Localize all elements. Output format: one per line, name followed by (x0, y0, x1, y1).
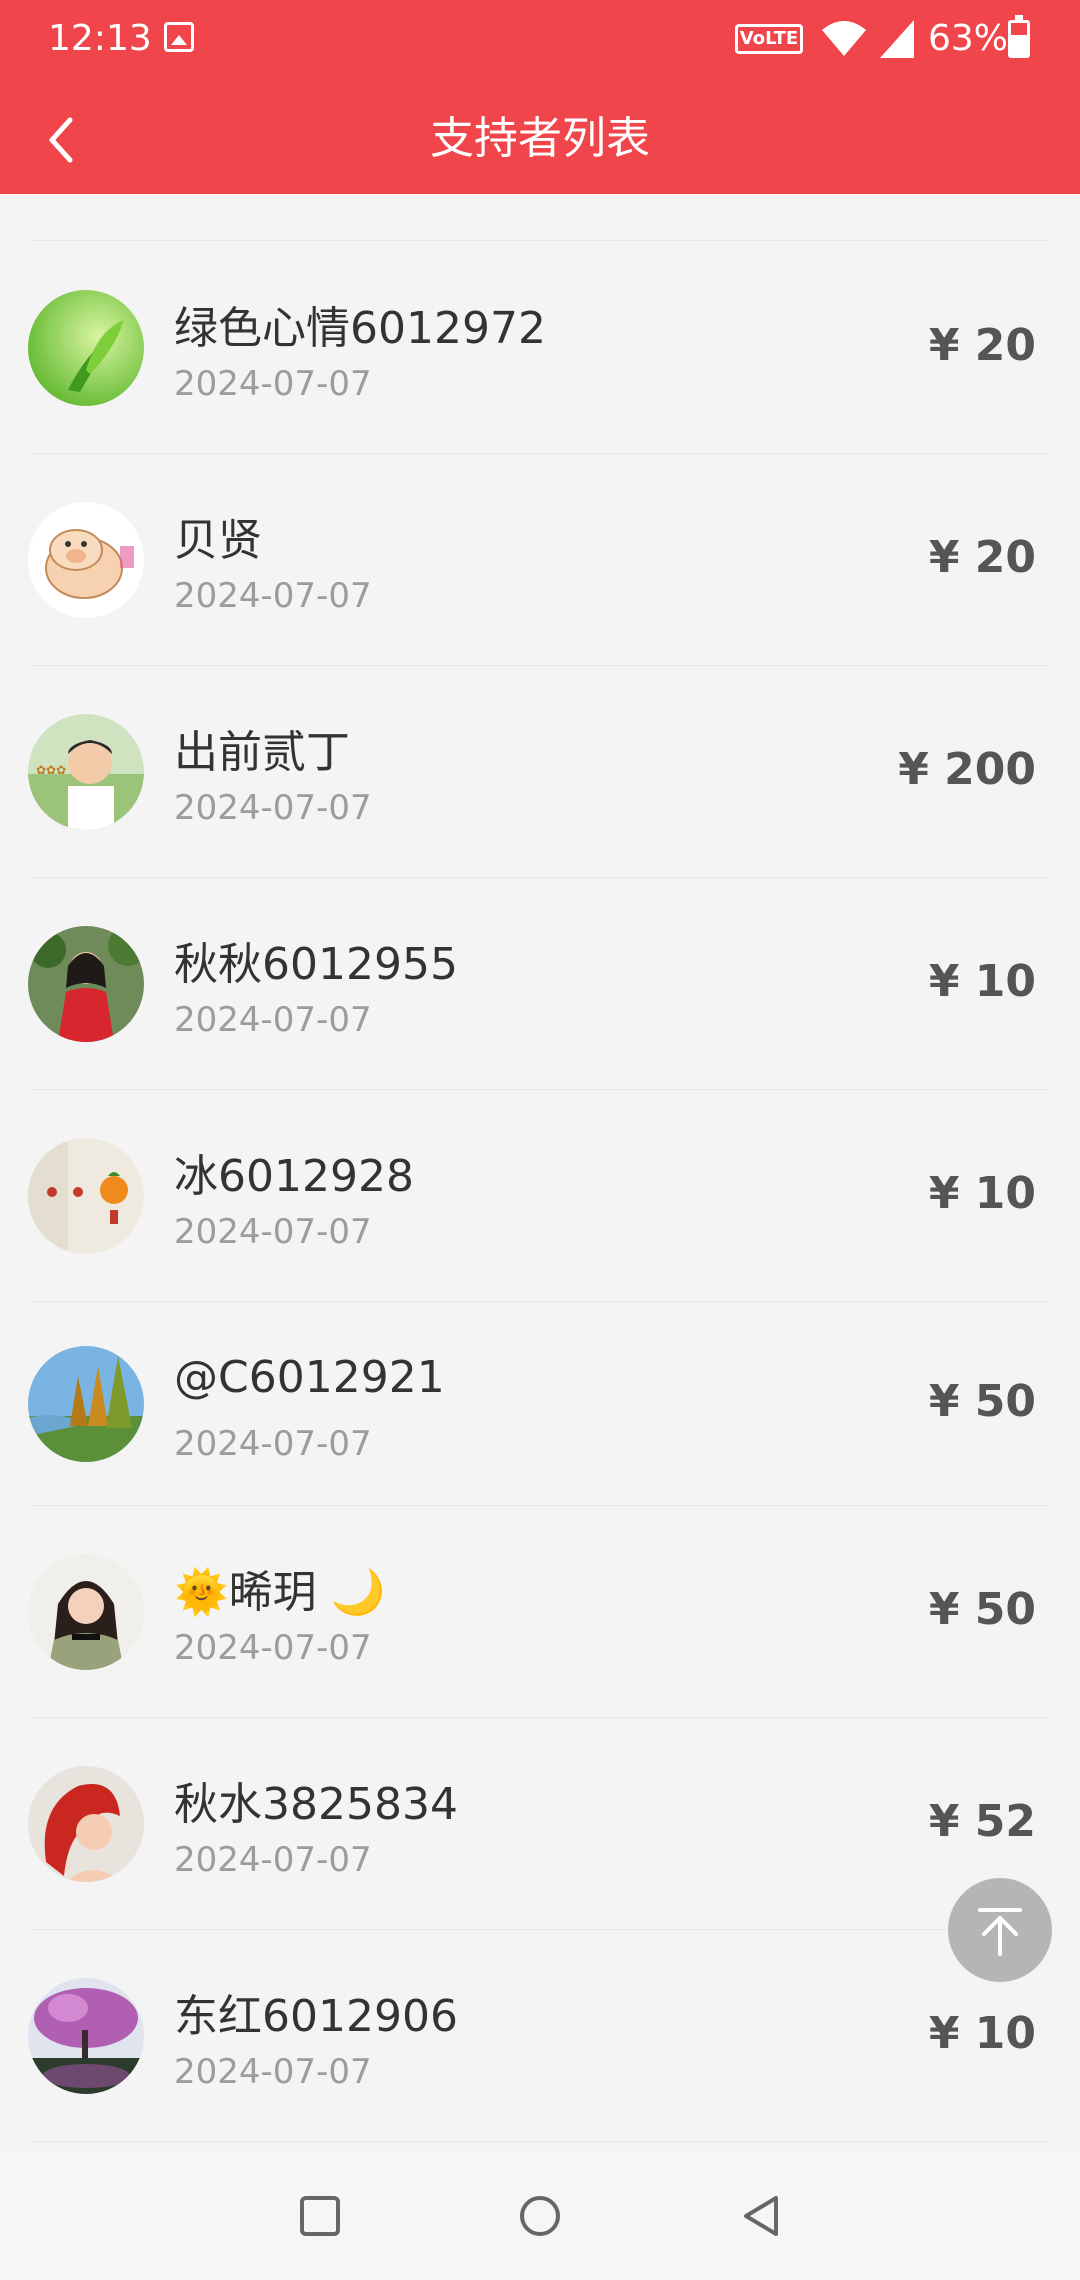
support-amount: ¥ 10 (928, 2008, 1036, 2059)
support-amount: ¥ 10 (928, 1168, 1036, 1219)
lake-trees-avatar-image (28, 1346, 144, 1462)
avatar[interactable] (28, 290, 144, 406)
supporter-name: 贝贤 (174, 515, 262, 566)
supporter-name: 秋水3825834 (174, 1779, 458, 1830)
support-date: 2024-07-07 (174, 1000, 372, 1040)
supporter-row[interactable]: ✿✿✿ 出前贰丁 2024-07-07 ¥ 200 (0, 666, 1080, 878)
status-bar: 12:13 VoLTE 63% (0, 0, 1080, 80)
battery-icon (1008, 15, 1030, 58)
support-date: 2024-07-07 (174, 1212, 372, 1252)
wifi-icon (822, 21, 866, 56)
battery-percent: 63% (928, 18, 1009, 59)
support-date: 2024-07-07 (174, 364, 372, 404)
arrow-up-icon (978, 1908, 1022, 1956)
avatar[interactable]: ✿✿✿ (28, 714, 144, 830)
supporter-name: 🌞晞玥 🌙 (174, 1567, 386, 1618)
supporter-row[interactable]: 秋秋6012955 2024-07-07 ¥ 10 (0, 878, 1080, 1090)
support-date: 2024-07-07 (174, 1424, 372, 1464)
avatar[interactable] (28, 1554, 144, 1670)
signal-icon (880, 20, 914, 58)
support-date: 2024-07-07 (174, 576, 372, 616)
home-icon[interactable] (516, 2192, 564, 2240)
support-date: 2024-07-07 (174, 1840, 372, 1880)
support-amount: ¥ 50 (928, 1584, 1036, 1635)
scroll-to-top-button[interactable] (948, 1878, 1052, 1982)
supporter-row[interactable]: 东红6012906 2024-07-07 ¥ 10 (0, 1930, 1080, 2142)
supporter-name: 绿色心情6012972 (174, 303, 546, 354)
support-amount: ¥ 52 (928, 1796, 1036, 1847)
support-date: 2024-07-07 (174, 1628, 372, 1668)
woman-portrait-avatar-image (28, 1554, 144, 1670)
avatar[interactable] (28, 926, 144, 1042)
supporter-row[interactable]: 🌞晞玥 🌙 2024-07-07 ¥ 50 (0, 1506, 1080, 1718)
support-amount: ¥ 20 (928, 532, 1036, 583)
purple-tree-avatar-image (28, 1978, 144, 2094)
supporter-name: 冰6012928 (174, 1151, 414, 1202)
supporter-name: @C6012921 (174, 1352, 445, 1403)
list-divider (30, 240, 1050, 241)
app-header: 12:13 VoLTE 63% 支持者列表 (0, 0, 1080, 194)
supporter-row[interactable]: 绿色心情6012972 2024-07-07 ¥ 20 (0, 242, 1080, 454)
avatar[interactable] (28, 1138, 144, 1254)
green-leaf-avatar-image (28, 290, 144, 406)
woman-red-coat-avatar-image (28, 926, 144, 1042)
avatar[interactable] (28, 1766, 144, 1882)
supporter-row[interactable]: 秋水3825834 2024-07-07 ¥ 52 (0, 1718, 1080, 1930)
supporter-name: 东红6012906 (174, 1991, 458, 2042)
avatar[interactable] (28, 502, 144, 618)
support-amount: ¥ 200 (898, 744, 1036, 795)
back-triangle-icon[interactable] (738, 2192, 786, 2240)
support-amount: ¥ 20 (928, 320, 1036, 371)
title-bar: 支持者列表 (0, 80, 1080, 194)
row-divider (30, 2141, 1050, 2142)
avatar[interactable] (28, 1346, 144, 1462)
gallery-notification-icon (164, 22, 194, 52)
supporter-row[interactable]: @C6012921 2024-07-07 ¥ 50 (0, 1302, 1080, 1506)
supporter-name: 出前贰丁 (174, 727, 350, 778)
cartoon-mermaid-avatar-image (28, 1766, 144, 1882)
supporter-row[interactable]: 冰6012928 2024-07-07 ¥ 10 (0, 1090, 1080, 1302)
supporter-name: 秋秋6012955 (174, 939, 458, 990)
system-navigation-bar (0, 2152, 1080, 2280)
support-amount: ¥ 10 (928, 956, 1036, 1007)
volte-icon: VoLTE (735, 24, 803, 54)
support-date: 2024-07-07 (174, 788, 372, 828)
svg-text:✿✿✿: ✿✿✿ (36, 763, 66, 777)
support-amount: ¥ 50 (928, 1376, 1036, 1427)
child-photo-avatar-image: ✿✿✿ (28, 714, 144, 830)
cartoon-pig-avatar-image (28, 502, 144, 618)
page-title: 支持者列表 (430, 113, 650, 164)
supporter-row[interactable]: 贝贤 2024-07-07 ¥ 20 (0, 454, 1080, 666)
status-time: 12:13 (48, 18, 152, 59)
orange-fruit-avatar-image (28, 1138, 144, 1254)
recent-apps-icon[interactable] (296, 2192, 344, 2240)
avatar[interactable] (28, 1978, 144, 2094)
support-date: 2024-07-07 (174, 2052, 372, 2092)
